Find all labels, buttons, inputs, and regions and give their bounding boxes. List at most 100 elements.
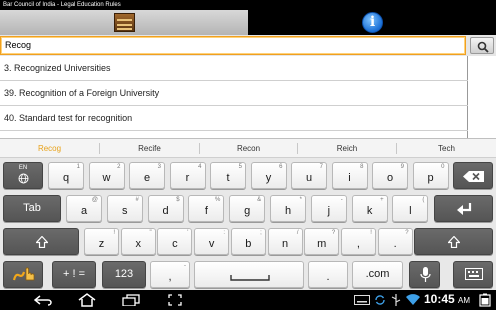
key-c[interactable]: ' c (157, 228, 193, 255)
key-alt-label: 2 (117, 164, 121, 170)
key-label: v (208, 238, 215, 250)
shift-key-left[interactable] (3, 228, 79, 255)
key-alt-label: / (296, 230, 299, 236)
enter-icon (457, 203, 472, 215)
tab-home[interactable] (0, 10, 248, 35)
keyboard-settings-icon (465, 268, 483, 280)
key-label: z (98, 238, 105, 250)
key-alt-label: 9 (400, 164, 404, 170)
key-v[interactable]: :v (194, 228, 230, 255)
key-label: h (284, 205, 292, 217)
recent-apps-icon[interactable] (122, 294, 140, 306)
bookshelf-icon (114, 13, 135, 32)
shift-key-right[interactable] (414, 228, 493, 255)
info-icon: i (362, 12, 383, 33)
key-z[interactable]: ! z (84, 228, 119, 255)
tab-key[interactable]: Tab (3, 195, 61, 222)
search-button[interactable] (470, 37, 494, 54)
key-h[interactable]: * h (270, 195, 306, 222)
suggestion-item[interactable]: Recog (0, 139, 99, 158)
key-label: n (281, 238, 289, 250)
key-alt-label: % (215, 197, 221, 203)
list-item[interactable]: 3. Recognized Universities (0, 56, 468, 81)
suggestion-item[interactable]: Tech (397, 139, 496, 158)
key-n[interactable]: / n (267, 228, 303, 255)
voice-input-key[interactable] (409, 261, 440, 288)
key-alt-label: ; (260, 230, 262, 236)
key-w[interactable]: 2w (88, 162, 125, 189)
key-label: w (102, 172, 111, 184)
key-s[interactable]: # s (106, 195, 143, 222)
numbers-key[interactable]: 123 (102, 261, 146, 288)
system-navigation-bar: 10:45 AM (0, 290, 496, 310)
key-l[interactable]: (l (392, 195, 429, 222)
key-alt-label: @ (91, 197, 98, 203)
key-alt-label: ( (422, 197, 425, 203)
key-e[interactable]: 3e (129, 162, 165, 189)
key-a[interactable]: @ a (66, 195, 102, 222)
key-alt-label: + (380, 197, 384, 203)
key-o[interactable]: 9o (372, 162, 408, 189)
key-q[interactable]: 1q (48, 162, 84, 189)
space-key[interactable] (194, 261, 304, 288)
key-alt-label: : (223, 230, 226, 236)
comma-key-label: , (168, 271, 172, 283)
key-y[interactable]: 6y (250, 162, 287, 189)
key-label: e (143, 172, 151, 184)
language-key[interactable]: EN (3, 162, 43, 189)
key-j[interactable]: -j (310, 195, 347, 222)
globe-icon (18, 173, 29, 184)
key-k[interactable]: + k (351, 195, 388, 222)
key-b[interactable]: ; b (230, 228, 266, 255)
key-g[interactable]: & g (229, 195, 266, 222)
battery-icon (479, 293, 491, 307)
key-alt-label: - (340, 197, 343, 203)
comma-key[interactable]: - , (150, 261, 190, 288)
key-label: a (80, 205, 88, 217)
key-p[interactable]: 0p (412, 162, 449, 189)
suggestion-item[interactable]: Reich (298, 139, 396, 158)
enter-key[interactable] (434, 195, 493, 222)
symbols-label: + ! = (62, 268, 86, 280)
key-x[interactable]: " x (120, 228, 156, 255)
key-t[interactable]: 5t (210, 162, 246, 189)
key-label: j (327, 205, 331, 217)
key-i[interactable]: 8i (331, 162, 368, 189)
dotcom-label: .com (365, 268, 390, 280)
back-icon[interactable] (34, 294, 54, 306)
key-f[interactable]: % f (188, 195, 225, 222)
key-m[interactable]: ? m (304, 228, 340, 255)
key-label: o (386, 172, 394, 184)
screenshot-icon[interactable] (168, 294, 182, 306)
backspace-key[interactable] (453, 162, 493, 189)
list-item[interactable]: 40. Standard test for recognition (0, 106, 468, 131)
key-label: k (366, 205, 373, 217)
key-alt-label: 6 (279, 164, 283, 170)
keyboard-settings-key[interactable] (453, 261, 493, 288)
symbols-key[interactable]: + ! = (52, 261, 96, 288)
key-label: f (204, 205, 208, 217)
key-label: m (317, 238, 327, 250)
tab-info[interactable]: i (248, 10, 496, 35)
key-period[interactable]: ?. (377, 228, 413, 255)
dotcom-key[interactable]: .com (352, 261, 403, 288)
suggestion-item[interactable]: Recife (100, 139, 199, 158)
key-label: s (122, 205, 128, 217)
key-comma[interactable]: !, (340, 228, 376, 255)
search-input[interactable]: Recog (0, 36, 466, 55)
key-r[interactable]: 4r (169, 162, 206, 189)
key-label: l (409, 205, 412, 217)
home-icon[interactable] (78, 293, 96, 307)
handwriting-key[interactable] (3, 261, 43, 288)
microphone-icon (420, 267, 431, 282)
period-key[interactable]: . (308, 261, 348, 288)
suggestion-item[interactable]: Recon (200, 139, 297, 158)
key-label: i (348, 172, 351, 184)
search-bar: Recog (0, 35, 496, 56)
list-item[interactable]: 39. Recognition of a Foreign University (0, 81, 468, 106)
wifi-icon (406, 294, 420, 305)
key-u[interactable]: 7u (291, 162, 327, 189)
key-d[interactable]: $ d (147, 195, 184, 222)
key-alt-label: 7 (319, 164, 323, 170)
key-alt-label: * (299, 197, 302, 203)
